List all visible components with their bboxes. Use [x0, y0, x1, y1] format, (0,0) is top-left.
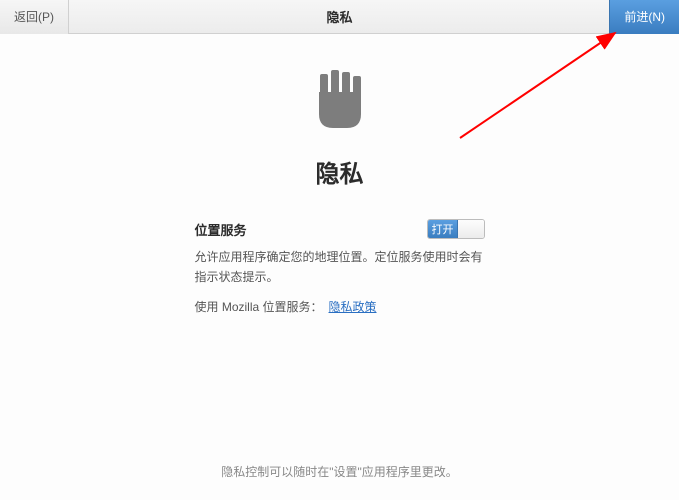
location-services-toggle[interactable]: 打开: [427, 219, 485, 239]
header-bar: 返回(P) 隐私 前进(N): [0, 0, 679, 34]
back-button[interactable]: 返回(P): [0, 0, 69, 34]
location-services-section: 位置服务 打开 允许应用程序确定您的地理位置。定位服务使用时会有指示状态提示。 …: [195, 219, 485, 315]
location-description: 允许应用程序确定您的地理位置。定位服务使用时会有指示状态提示。: [195, 247, 485, 288]
page-title: 隐私: [316, 154, 364, 189]
toggle-knob: [458, 220, 483, 238]
forward-button[interactable]: 前进(N): [609, 0, 679, 34]
toggle-on-label: 打开: [428, 220, 459, 238]
privacy-policy-link[interactable]: 隐私政策: [329, 300, 377, 314]
footer-text: 隐私控制可以随时在"设置"应用程序里更改。: [0, 463, 679, 480]
header-title: 隐私: [326, 7, 352, 26]
mozilla-service-line: 使用 Mozilla 位置服务： 隐私政策: [195, 298, 485, 315]
content-area: 隐私 位置服务 打开 允许应用程序确定您的地理位置。定位服务使用时会有指示状态提…: [0, 34, 679, 500]
location-services-label: 位置服务: [195, 220, 247, 239]
mozilla-text: 使用 Mozilla 位置服务：: [195, 300, 323, 314]
privacy-hand-icon: [305, 64, 375, 134]
